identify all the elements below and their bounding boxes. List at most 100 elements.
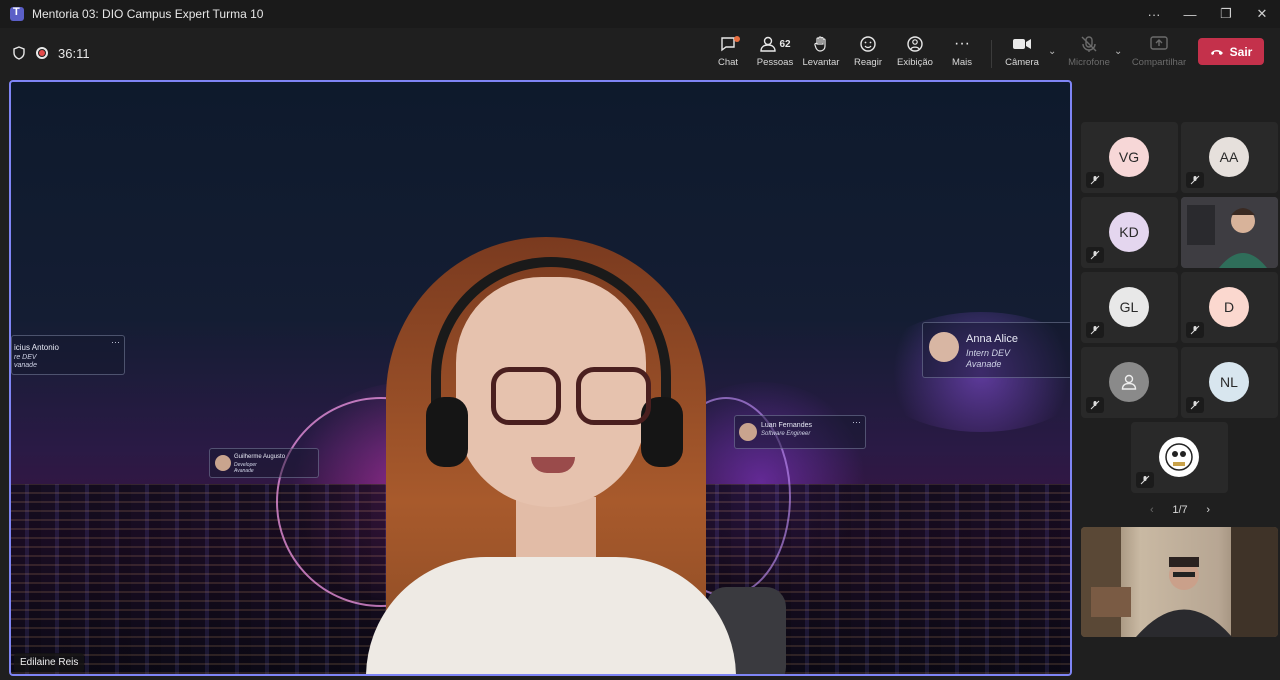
microphone-button[interactable]: Microfone — [1062, 34, 1116, 74]
toolbar-divider — [991, 40, 992, 68]
card-name: Guilherme Augusto — [234, 454, 286, 460]
muted-mic-icon — [1186, 172, 1204, 188]
window-more-icon[interactable]: ··· — [1136, 0, 1172, 28]
microphone-icon — [1080, 34, 1098, 54]
self-video-preview[interactable] — [1081, 527, 1278, 637]
avatar: D — [1209, 287, 1249, 327]
raise-hand-label: Levantar — [802, 57, 840, 68]
muted-mic-icon — [1086, 322, 1104, 338]
muted-mic-icon — [1086, 247, 1104, 263]
minimize-icon[interactable]: — — [1172, 0, 1208, 28]
smiley-icon — [859, 34, 877, 54]
more-label: Mais — [951, 57, 973, 68]
speaker-shirt — [366, 557, 736, 674]
participant-tile[interactable] — [1131, 422, 1228, 493]
view-button[interactable]: Exibição — [888, 34, 942, 74]
leave-label: Sair — [1229, 44, 1253, 59]
raise-hand-icon — [812, 34, 830, 54]
leave-button[interactable]: Sair — [1198, 38, 1264, 65]
share-label: Compartilhar — [1131, 57, 1187, 68]
avatar — [215, 455, 231, 471]
card-more-icon: ··· — [852, 417, 861, 427]
restore-icon[interactable]: ❐ — [1208, 0, 1244, 28]
meeting-toolbar: 36:11 Chat 62 Pessoas Levantar Reagir Ex… — [0, 28, 1280, 78]
participant-tile[interactable]: D — [1181, 272, 1278, 343]
more-icon: ··· — [954, 35, 970, 52]
participant-tile[interactable]: NL — [1181, 347, 1278, 418]
participant-video-tile[interactable] — [1181, 197, 1278, 268]
chat-button[interactable]: Chat — [701, 34, 755, 74]
camera-button[interactable]: Câmera — [995, 34, 1049, 74]
previous-page-chevron-icon[interactable]: ‹ — [1150, 504, 1154, 516]
card-company: Avanade — [966, 359, 1002, 369]
chat-label: Chat — [717, 57, 739, 68]
react-button[interactable]: Reagir — [841, 34, 895, 74]
card-role: re DEV vanade — [14, 354, 37, 369]
main-speaker-video[interactable]: icius Antonio re DEV vanade ··· Guilherm… — [9, 80, 1072, 676]
card-role: Intern DEV — [966, 348, 1011, 358]
avatar: KD — [1109, 212, 1149, 252]
meeting-timer: 36:11 — [58, 45, 90, 61]
window-title: Mentoria 03: DIO Campus Expert Turma 10 — [32, 7, 264, 21]
participant-pager: ‹ 1/7 › — [1150, 502, 1210, 518]
page-indicator: 1/7 — [1172, 504, 1188, 516]
camera-label: Câmera — [1005, 57, 1039, 68]
chat-unread-dot — [734, 36, 740, 42]
microphone-label: Microfone — [1068, 57, 1110, 68]
card-name: Anna Alice — [966, 333, 1018, 345]
participant-video — [1181, 197, 1278, 268]
card-name: Luan Fernandes — [761, 422, 812, 429]
muted-mic-icon — [1186, 322, 1204, 338]
card-role: Developer Avanade — [234, 462, 257, 474]
person-icon — [1109, 362, 1149, 402]
speaker-name-tag: Edilaine Reis — [14, 653, 85, 672]
camera-icon — [1012, 34, 1032, 54]
glasses — [491, 367, 561, 425]
background-profile-card: icius Antonio re DEV vanade ··· — [11, 335, 125, 375]
participant-tile[interactable]: AA — [1181, 122, 1278, 193]
recording-icon — [36, 47, 48, 59]
view-label: Exibição — [897, 57, 933, 68]
avatar — [929, 332, 959, 362]
speaker-figure — [346, 227, 786, 674]
card-name: icius Antonio — [14, 343, 59, 352]
muted-mic-icon — [1086, 397, 1104, 413]
camera-options-chevron-icon[interactable]: ⌄ — [1048, 46, 1056, 57]
more-button[interactable]: ··· Mais — [935, 34, 989, 74]
share-icon — [1150, 34, 1168, 54]
headphone-earcup — [426, 397, 468, 467]
avatar: GL — [1109, 287, 1149, 327]
shield-icon[interactable] — [12, 46, 26, 60]
card-more-icon: ··· — [111, 337, 120, 347]
avatar-image-icon — [1159, 437, 1199, 477]
next-page-chevron-icon[interactable]: › — [1206, 504, 1210, 516]
people-icon: 62 — [759, 34, 791, 54]
avatar: VG — [1109, 137, 1149, 177]
people-label: Pessoas — [756, 57, 794, 68]
avatar: NL — [1209, 362, 1249, 402]
self-video — [1081, 527, 1278, 637]
react-label: Reagir — [854, 57, 882, 68]
participant-tile[interactable] — [1081, 347, 1178, 418]
card-role: Software Engineer — [761, 431, 811, 437]
hang-up-icon — [1210, 49, 1223, 55]
close-icon[interactable]: ✕ — [1244, 0, 1280, 28]
background-profile-card: Anna Alice Intern DEV Avanade — [922, 322, 1070, 378]
window-controls: ··· — ❐ ✕ — [1136, 0, 1280, 28]
title-bar: Mentoria 03: DIO Campus Expert Turma 10 … — [0, 0, 1280, 28]
participant-tile[interactable]: GL — [1081, 272, 1178, 343]
muted-mic-icon — [1086, 172, 1104, 188]
people-count: 62 — [779, 38, 791, 50]
participant-tile[interactable]: VG — [1081, 122, 1178, 193]
view-icon — [906, 34, 924, 54]
background-profile-card: Guilherme Augusto Developer Avanade — [209, 448, 319, 478]
raise-hand-button[interactable]: Levantar — [794, 34, 848, 74]
avatar: AA — [1209, 137, 1249, 177]
share-button[interactable]: Compartilhar — [1132, 34, 1186, 74]
microphone-options-chevron-icon[interactable]: ⌄ — [1114, 46, 1122, 57]
participant-tile[interactable]: KD — [1081, 197, 1178, 268]
teams-app-icon — [10, 6, 24, 21]
glasses — [576, 367, 651, 425]
muted-mic-icon — [1186, 397, 1204, 413]
muted-mic-icon — [1136, 472, 1154, 488]
